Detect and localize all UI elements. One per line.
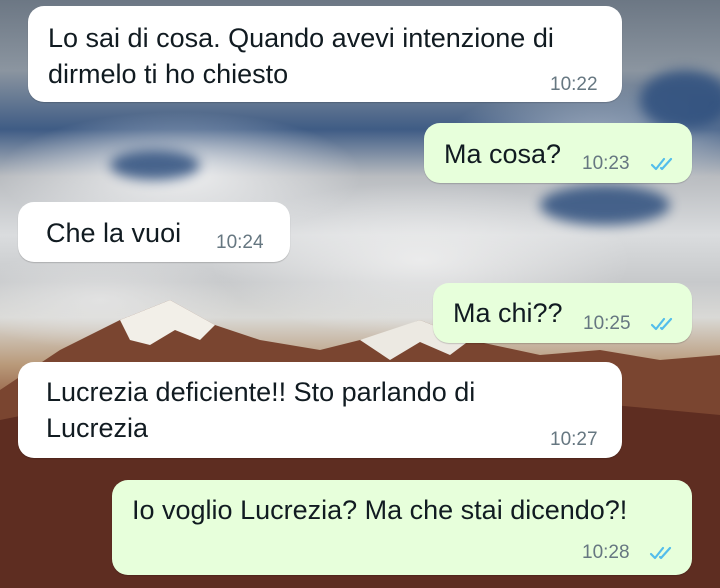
message-text: Lucrezia deficiente!! Sto parlando di xyxy=(46,377,476,407)
message-text: Ma cosa? xyxy=(444,139,562,169)
read-double-check-icon xyxy=(650,317,673,331)
message-bubble-outgoing[interactable]: Ma chi?? 10:25 xyxy=(433,283,692,343)
read-double-check-icon xyxy=(650,157,673,171)
message-timestamp: 10:23 xyxy=(582,153,630,174)
wallpaper-sky-patch xyxy=(110,150,200,180)
wallpaper-sky-patch xyxy=(640,70,720,130)
read-double-check-icon xyxy=(649,546,672,560)
message-timestamp: 10:25 xyxy=(583,313,631,334)
message-bubble-outgoing[interactable]: Io voglio Lucrezia? Ma che stai dicendo?… xyxy=(112,480,692,575)
message-timestamp: 10:28 xyxy=(582,542,630,563)
message-timestamp: 10:22 xyxy=(550,74,598,95)
message-text: dirmelo ti ho chiesto xyxy=(48,59,289,89)
message-bubble-incoming[interactable]: Lo sai di cosa. Quando avevi intenzione … xyxy=(28,6,622,102)
message-timestamp: 10:27 xyxy=(550,429,598,450)
message-text: Che la vuoi xyxy=(46,218,182,248)
message-text: Io voglio Lucrezia? Ma che stai dicendo?… xyxy=(132,495,628,525)
wallpaper-sky-patch xyxy=(540,185,670,225)
message-bubble-incoming[interactable]: Lucrezia deficiente!! Sto parlando di Lu… xyxy=(18,362,622,458)
message-timestamp: 10:24 xyxy=(216,232,264,253)
message-text: Lucrezia xyxy=(46,413,149,443)
message-text: Lo sai di cosa. Quando avevi intenzione … xyxy=(48,23,554,53)
message-text: Ma chi?? xyxy=(453,298,563,328)
message-bubble-incoming[interactable]: Che la vuoi 10:24 xyxy=(18,202,290,262)
message-bubble-outgoing[interactable]: Ma cosa? 10:23 xyxy=(424,123,692,183)
